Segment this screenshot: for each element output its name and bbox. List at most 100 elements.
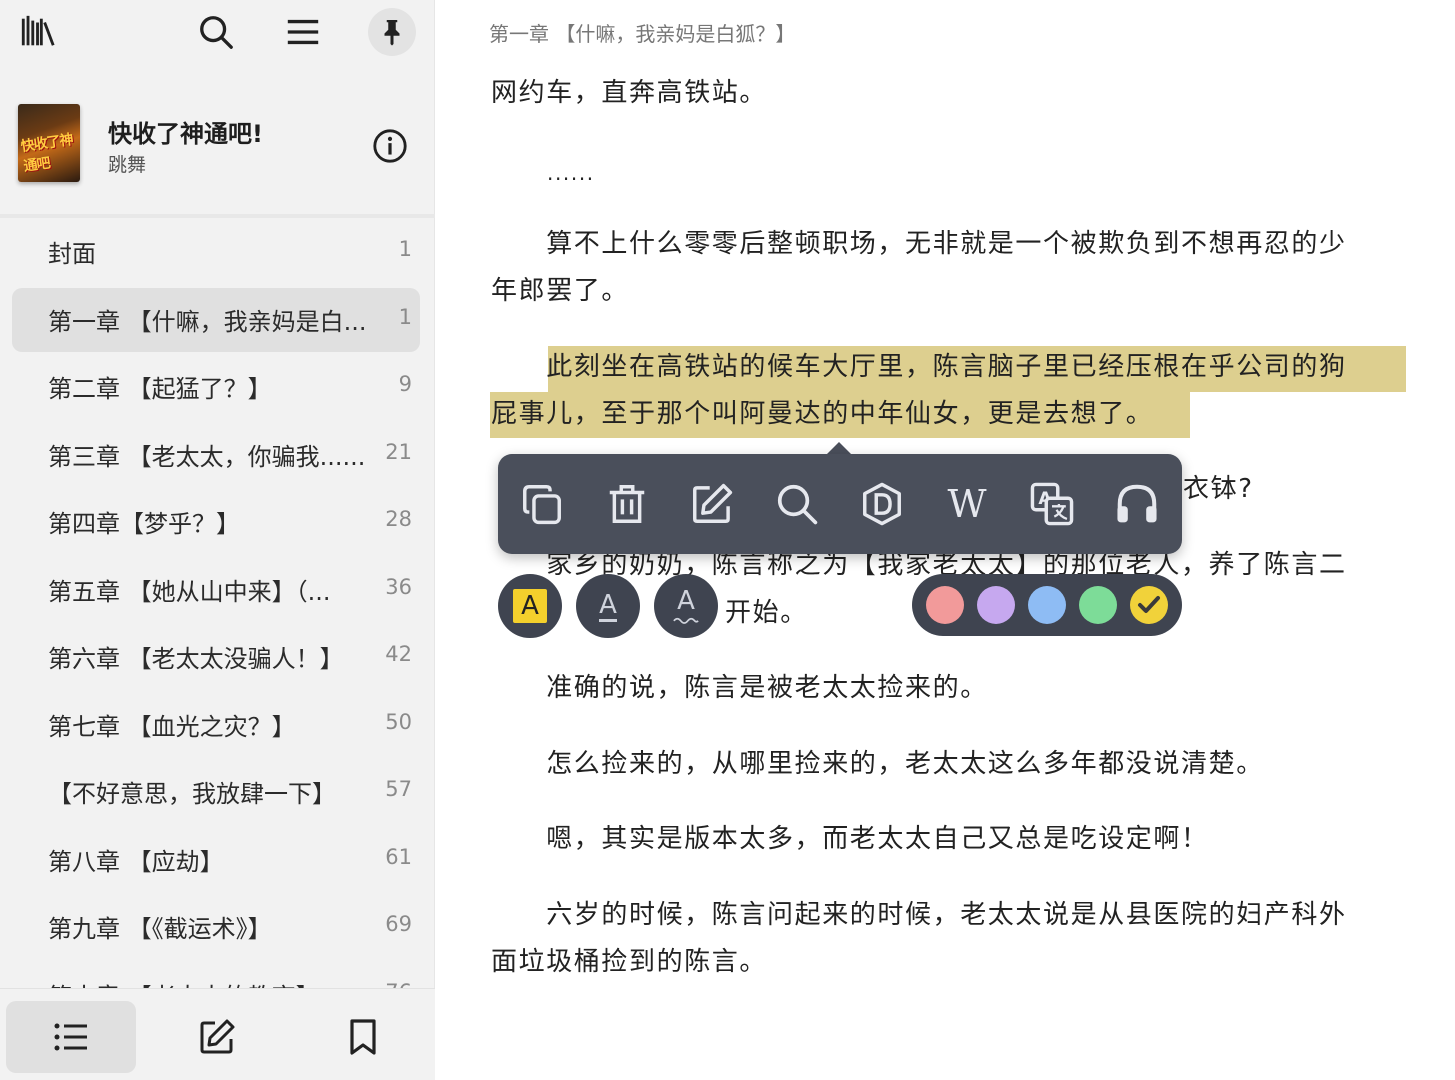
toc-item[interactable]: 【不好意思，我放肆一下】 57 [12, 760, 420, 824]
copy-button[interactable] [514, 476, 570, 532]
toc-item-label: 第七章 【血光之灾？】 [48, 712, 296, 741]
color-swatch[interactable] [1028, 586, 1066, 624]
color-swatch[interactable] [1079, 586, 1117, 624]
paragraph: 准确的说，陈言是被老太太捡来的。 [491, 673, 988, 703]
paragraph-partial: 开始。 [725, 598, 808, 628]
toc-item[interactable]: 第二章 【起猛了？】 9 [12, 355, 420, 419]
toc-item-label: 第六章 【老太太没骗人！】 [48, 645, 344, 673]
paragraph: 六岁的时候，陈言问起来的时候，老太太说是从县医院的妇产科外 [491, 900, 1347, 930]
toc-item-label: 第四章【梦乎？】 [48, 510, 240, 538]
toc-item-page: 9 [398, 372, 412, 396]
toc-item-label: 第八章 【应劫】 [48, 847, 224, 876]
toc-item[interactable]: 封面 1 [12, 220, 420, 284]
search-selection-button[interactable] [769, 476, 825, 532]
book-info-button[interactable] [368, 124, 412, 168]
annotations-tab-button[interactable] [152, 1001, 282, 1073]
paragraph: 面垃圾桶捡到的陈言。 [491, 947, 768, 977]
read-aloud-button[interactable] [1109, 476, 1165, 532]
toc-item-page: 57 [385, 777, 412, 801]
search-button[interactable] [192, 8, 240, 56]
search-icon [777, 484, 818, 525]
delete-icon [609, 485, 645, 523]
toc-item[interactable]: 第一章 【什嘛，我亲妈是白... 1 [12, 287, 420, 352]
menu-button[interactable] [279, 8, 327, 56]
selection-toolbar: W A [498, 454, 1182, 554]
squiggle-icon [673, 617, 699, 624]
toc-item-page: 76 [385, 980, 412, 989]
library-icon [21, 15, 55, 46]
style-squiggly-button[interactable]: A [654, 574, 718, 638]
toc-item[interactable]: 第五章 【她从山中来】（... 36 [12, 558, 420, 622]
dictionary-button[interactable] [854, 476, 910, 532]
delete-button[interactable] [599, 476, 655, 532]
paragraph: 嗯，其实是版本太多，而老太太自己又总是吃设定啊！ [491, 824, 1209, 854]
book-title: 快收了神通吧! [108, 120, 263, 148]
bookmarks-tab-button[interactable] [298, 1001, 428, 1073]
squiggly-style-icon: A [677, 586, 695, 616]
toc-item[interactable]: 第八章 【应劫】 61 [12, 828, 420, 892]
toc-item-label: 第十章 【老太太的教育】 [48, 977, 388, 989]
headphones-icon [1117, 484, 1157, 523]
toc-item-page: 1 [398, 304, 412, 329]
color-swatch[interactable] [926, 586, 964, 624]
wikipedia-icon: W [947, 482, 987, 526]
toc-tab-button[interactable] [6, 1001, 136, 1073]
cover-title-text: 快收了神通吧 [19, 131, 74, 175]
library-button[interactable] [14, 8, 62, 56]
pin-sidebar-button[interactable] [368, 8, 416, 56]
toc-item-label: 第五章 【她从山中来】（... [48, 577, 331, 606]
annotate-button[interactable] [684, 476, 740, 532]
paragraph: 年郎罢了。 [491, 276, 630, 306]
paragraph-highlighted: 屁事儿，至于那个叫阿曼达的中年仙女，更是去想了。 [491, 399, 1154, 429]
sidebar: 快收了神通吧 快收了神通吧! 跳舞 封面 1 第一章 【什嘛，我亲妈是白... 1 第二… [0, 0, 435, 1080]
bookmark-icon [350, 1019, 376, 1055]
toc-item-label: 第三章 【老太太，你骗我...... [48, 442, 366, 471]
wikipedia-button[interactable]: W [939, 476, 995, 532]
paragraph: 怎么捡来的，从哪里捡来的，老太太这么多年都没说清楚。 [491, 749, 1264, 779]
toc-item[interactable]: 第十章 【老太太的教育】76 [12, 963, 420, 989]
book-author: 跳舞 [108, 154, 147, 176]
chapter-header: 第一章 【什嘛，我亲妈是白狐？】 [489, 22, 796, 46]
sidebar-bottombar [0, 988, 435, 1080]
toc-item-page: 61 [385, 844, 412, 869]
color-swatch[interactable] [977, 586, 1015, 624]
list-icon [54, 1023, 87, 1051]
toc-item[interactable]: 第四章【梦乎？】 28 [12, 490, 420, 554]
paragraph-ellipsis: ...... [547, 161, 595, 185]
paragraph-partial: 衣钵? [1183, 474, 1254, 504]
highlight-style-icon: A [513, 589, 547, 623]
underline-style-icon: A [599, 589, 617, 622]
toc-item-page: 42 [385, 642, 412, 666]
toc-item-label: 【不好意思，我放肆一下】 [48, 780, 336, 808]
style-highlight-button[interactable]: A [498, 574, 562, 638]
paragraph: 算不上什么零零后整顿职场，无非就是一个被欺负到不想再忍的少 [491, 229, 1347, 259]
toc-item-label: 第一章 【什嘛，我亲妈是白... [48, 307, 367, 336]
toc-item[interactable]: 第七章 【血光之灾？】 50 [12, 693, 420, 757]
toc-item[interactable]: 第九章 【《截运术》】 69 [12, 895, 420, 959]
table-of-contents: 封面 1 第一章 【什嘛，我亲妈是白... 1 第二章 【起猛了？】 9 第三章 【老太太，… [0, 220, 435, 988]
pin-icon [384, 20, 400, 46]
toc-item[interactable]: 第六章 【老太太没骗人！】 42 [12, 625, 420, 689]
edit-icon [200, 1019, 235, 1054]
paragraph-highlighted: 此刻坐在高铁站的候车大厅里，陈言脑子里已经压根在乎公司的狗 [491, 352, 1347, 382]
toc-item-page: 28 [385, 507, 412, 531]
paragraph: 网约车，直奔高铁站。 [491, 78, 768, 108]
search-icon [200, 16, 233, 49]
copy-icon [523, 485, 561, 525]
menu-icon [287, 19, 319, 45]
edit-icon [693, 483, 733, 523]
dictionary-icon [863, 482, 901, 526]
book-info: 快收了神通吧 快收了神通吧! 跳舞 [0, 96, 435, 196]
style-underline-button[interactable]: A [576, 574, 640, 638]
info-icon [373, 129, 407, 163]
highlight-color-picker [912, 574, 1182, 636]
toc-item[interactable]: 第三章 【老太太，你骗我...... 21 [12, 423, 420, 487]
translate-button[interactable]: A [1024, 476, 1080, 532]
toc-item-label: 第九章 【《截运术》】 [48, 915, 272, 943]
color-swatch[interactable] [1130, 586, 1168, 624]
translate-icon: A [1030, 482, 1074, 526]
toc-item-label: 第二章 【起猛了？】 [48, 375, 272, 403]
toc-item-page: 69 [385, 912, 412, 936]
book-cover[interactable]: 快收了神通吧 [18, 104, 80, 182]
toc-item-page: 50 [385, 709, 412, 734]
